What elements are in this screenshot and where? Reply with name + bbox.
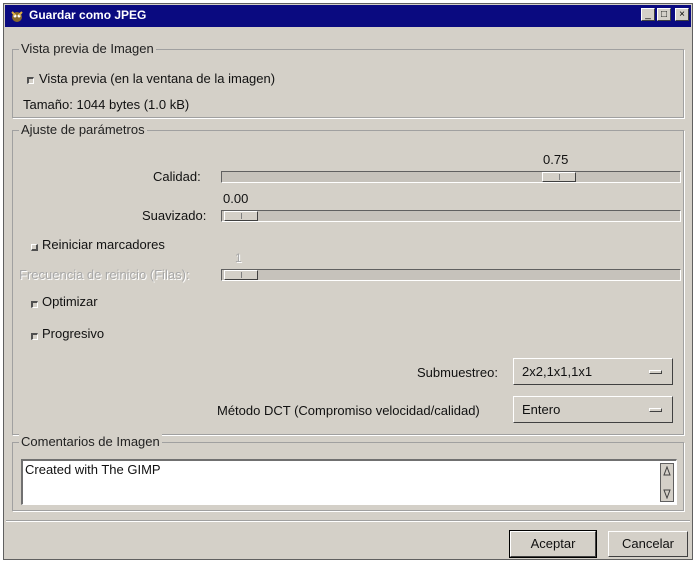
maximize-button[interactable]: □ bbox=[657, 8, 671, 21]
gimp-icon bbox=[11, 11, 23, 22]
restart-markers-checkbox-box[interactable] bbox=[31, 244, 38, 251]
dropdown-indicator-icon bbox=[649, 408, 662, 412]
restart-frequency-slider bbox=[221, 269, 681, 281]
optimize-checkbox-box[interactable] bbox=[31, 301, 38, 308]
quality-label: Calidad: bbox=[153, 169, 201, 184]
dropdown-indicator-icon bbox=[649, 370, 662, 374]
cancel-button[interactable]: Cancelar bbox=[608, 531, 688, 557]
scroll-up-icon[interactable] bbox=[663, 466, 671, 476]
save-jpeg-dialog: Guardar como JPEG _ □ × Vista previa de … bbox=[3, 3, 693, 560]
quality-value: 0.75 bbox=[543, 152, 569, 167]
preview-group: Vista previa de Imagen Vista previa (en … bbox=[12, 41, 684, 118]
comments-textarea[interactable]: Created with The GIMP bbox=[21, 459, 677, 505]
quality-slider-thumb[interactable] bbox=[542, 172, 576, 182]
progressive-checkbox-box[interactable] bbox=[31, 333, 38, 340]
comments-scrollbar[interactable] bbox=[660, 463, 674, 502]
progressive-label[interactable]: Progresivo bbox=[42, 326, 104, 341]
dct-method-label: Método DCT (Compromiso velocidad/calidad… bbox=[217, 403, 480, 418]
smoothing-label: Suavizado: bbox=[142, 208, 207, 223]
dct-method-selected: Entero bbox=[522, 402, 561, 417]
restart-markers-label[interactable]: Reiniciar marcadores bbox=[42, 237, 165, 252]
parameters-group: Ajuste de parámetros 0.75 Calidad: 0.00 … bbox=[12, 122, 684, 435]
restart-frequency-slider-thumb bbox=[224, 270, 258, 280]
comments-group-legend: Comentarios de Imagen bbox=[19, 434, 162, 449]
window-title: Guardar como JPEG bbox=[29, 8, 147, 22]
subsampling-label: Submuestreo: bbox=[417, 365, 498, 380]
subsampling-dropdown[interactable]: 2x2,1x1,1x1 bbox=[513, 358, 673, 385]
parameters-group-legend: Ajuste de parámetros bbox=[19, 122, 147, 137]
close-button[interactable]: × bbox=[675, 8, 689, 21]
preview-checkbox-box[interactable] bbox=[27, 77, 34, 84]
dct-method-dropdown[interactable]: Entero bbox=[513, 396, 673, 423]
smoothing-slider-thumb[interactable] bbox=[224, 211, 258, 221]
scroll-down-icon[interactable] bbox=[663, 489, 671, 499]
preview-checkbox-label[interactable]: Vista previa (en la ventana de la imagen… bbox=[39, 71, 275, 86]
restart-frequency-label: Frecuencia de reinicio (Filas): bbox=[19, 267, 190, 282]
smoothing-slider[interactable] bbox=[221, 210, 681, 222]
comments-group: Comentarios de Imagen Created with The G… bbox=[12, 434, 684, 511]
preview-group-legend: Vista previa de Imagen bbox=[19, 41, 156, 56]
title-bar[interactable]: Guardar como JPEG _ □ × bbox=[5, 5, 691, 27]
subsampling-selected: 2x2,1x1,1x1 bbox=[522, 364, 593, 379]
optimize-label[interactable]: Optimizar bbox=[42, 294, 98, 309]
comments-text[interactable]: Created with The GIMP bbox=[25, 462, 161, 477]
accept-button[interactable]: Aceptar bbox=[509, 530, 597, 558]
file-size-text: Tamaño: 1044 bytes (1.0 kB) bbox=[23, 97, 190, 112]
restart-frequency-value: 1 bbox=[235, 251, 242, 265]
quality-slider[interactable] bbox=[221, 171, 681, 183]
minimize-button[interactable]: _ bbox=[641, 8, 655, 21]
smoothing-value: 0.00 bbox=[223, 191, 249, 206]
button-separator bbox=[6, 520, 690, 522]
